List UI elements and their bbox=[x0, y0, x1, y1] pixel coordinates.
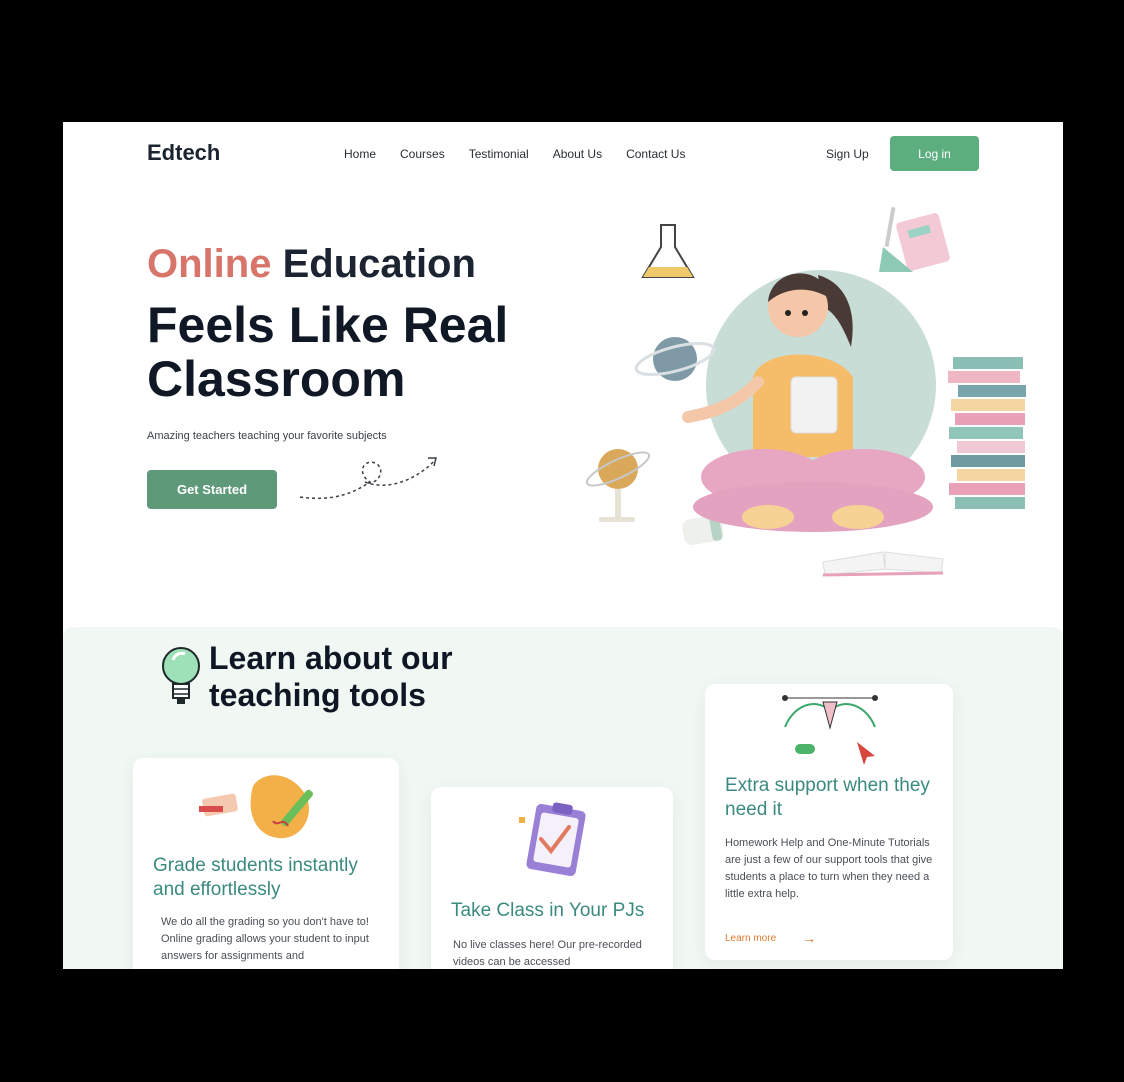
hero-title-accent: Online bbox=[147, 242, 272, 286]
nav-courses[interactable]: Courses bbox=[400, 147, 445, 161]
learn-more-link[interactable]: Learn more → bbox=[725, 930, 816, 946]
get-started-button[interactable]: Get Started bbox=[147, 470, 277, 509]
card-title: Extra support when they need it bbox=[725, 775, 930, 820]
feature-card-grading: Grade students instantly and effortlessl… bbox=[133, 758, 399, 969]
pen-tool-icon bbox=[782, 695, 878, 765]
brand-logo[interactable]: Edtech bbox=[147, 140, 220, 166]
feature-card-support: Extra support when they need it Homework… bbox=[705, 684, 953, 960]
lightbulb-icon bbox=[162, 647, 200, 704]
globe-icon bbox=[585, 449, 651, 522]
card-title: Take Class in Your PJs bbox=[451, 900, 645, 921]
nav-testimonial[interactable]: Testimonial bbox=[469, 147, 529, 161]
arrow-right-icon: → bbox=[802, 930, 817, 946]
student-illustration bbox=[585, 207, 1026, 577]
nav-home[interactable]: Home bbox=[344, 147, 376, 161]
flask-icon bbox=[641, 224, 695, 278]
grading-hand-icon bbox=[199, 775, 313, 839]
hero-title: Online Education bbox=[147, 242, 476, 287]
open-book-icon bbox=[822, 551, 944, 577]
sign-up-link[interactable]: Sign Up bbox=[826, 147, 869, 161]
card-text: Homework Help and One-Minute Tutorials a… bbox=[725, 837, 933, 900]
calculator-icon bbox=[879, 207, 950, 272]
nav-about-us[interactable]: About Us bbox=[553, 147, 602, 161]
dashed-arrow-icon bbox=[299, 457, 437, 500]
clipboard-icon bbox=[519, 802, 586, 877]
tools-section-title: Learn about our teaching tools bbox=[209, 640, 453, 713]
learn-more-label: Learn more bbox=[725, 932, 777, 944]
hero-subtitle: Amazing teachers teaching your favorite … bbox=[147, 430, 387, 442]
feature-card-pjs: Take Class in Your PJs No live classes h… bbox=[431, 787, 673, 969]
card-text: No live classes here! Our pre-recorded v… bbox=[453, 939, 642, 968]
log-in-button[interactable]: Log in bbox=[890, 136, 979, 171]
books-stack-icon bbox=[948, 357, 1026, 509]
main-nav: Home Courses Testimonial About Us Contac… bbox=[344, 147, 685, 161]
landing-page: Edtech Home Courses Testimonial About Us… bbox=[63, 122, 1063, 969]
card-text: We do all the grading so you don't have … bbox=[161, 916, 369, 962]
hero-title-rest: Education bbox=[282, 242, 476, 286]
hero-headline: Feels Like Real Classroom bbox=[147, 297, 509, 407]
card-title: Grade students instantly and effortlessl… bbox=[153, 855, 358, 900]
planet-icon bbox=[634, 337, 716, 381]
nav-contact-us[interactable]: Contact Us bbox=[626, 147, 685, 161]
